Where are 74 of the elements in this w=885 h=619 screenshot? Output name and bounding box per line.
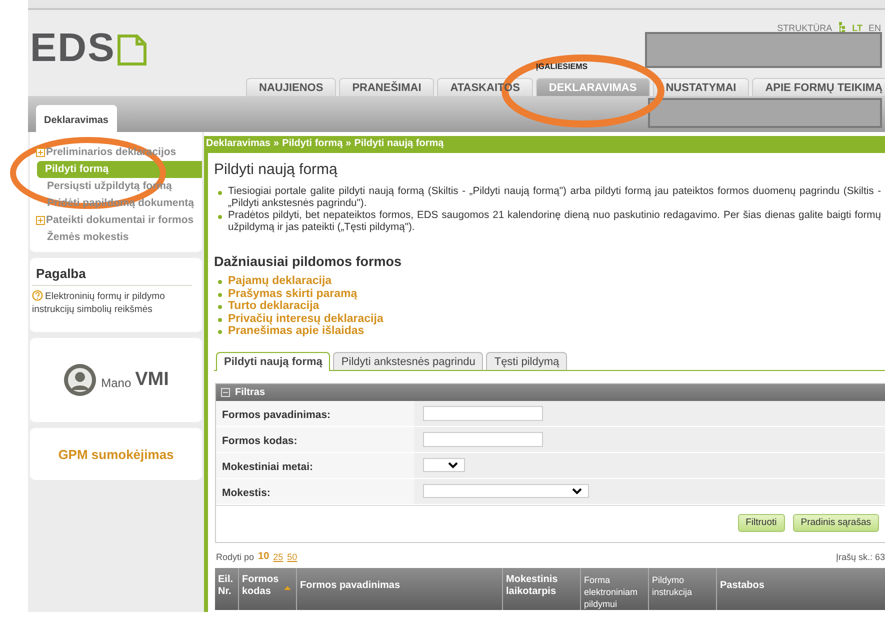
help-link[interactable]: Elektroninių formų ir pildymo instrukcijų simbolių reikšmės [32,290,202,316]
field-label: Mokestiniai metai: [216,452,414,478]
page-size-link[interactable]: 25 [273,552,284,562]
language-link[interactable]: EN [868,22,881,32]
column-header[interactable]: Forma elektroniniam pildymui [581,568,649,610]
mano-vmi-logo-text[interactable]: Mano [101,376,132,390]
section-heading: Dažniausiai pildomos formos [214,254,403,269]
field-label: Formos pavadinimas: [216,400,414,426]
field-label: Formos kodas: [216,426,414,452]
form-link[interactable]: Pajamų deklaracija [228,275,332,288]
nav-tab[interactable]: PRANEŠIMAI [339,78,434,96]
sidebar-item[interactable]: Pateikti dokumentai ir formos [36,212,202,229]
authorized-link[interactable]: ĮGALIESIEMS [536,62,588,71]
person-icon [63,363,98,397]
bullet-icon [218,305,222,309]
filter-title: Filtras [235,386,266,398]
paging-label: Rodyti po [216,552,254,562]
nav-tab[interactable]: NAUJIENOS [246,78,336,96]
form-link[interactable]: Prašymas skirti paramą [228,288,358,300]
gpm-link[interactable]: GPM sumokėjimas [58,446,174,462]
bullet-icon [218,318,222,322]
chevron-down-icon [448,462,458,468]
form-link[interactable]: Privačių interesų deklaracija [228,312,384,325]
record-count: Įrašų sk.: 63 [836,552,885,562]
form-tab[interactable]: Pildyti naują formą [216,352,330,370]
dropdown[interactable] [423,458,465,472]
mano-vmi-logo-name[interactable]: VMI [135,369,169,391]
sitemap-icon [838,22,846,33]
bullet-icon [218,215,222,219]
column-header[interactable]: Formos pavadinimas [297,568,503,610]
expand-icon [36,216,45,225]
input-field[interactable] [423,406,543,420]
sidebar-item[interactable]: Žemės mokestis [36,229,202,246]
structure-link[interactable]: STRUKTŪRA [777,22,832,32]
column-header[interactable]: Mokestinis laikotarpis [503,568,581,610]
sidebar-item[interactable]: Pildyti formą [37,161,202,178]
help-icon [32,290,43,301]
info-text: Tiesiogiai portale galite pildyti naują formą (Skiltis - „Pildyti naują formą") arba pildyti formą jau pateiktos formos duomenų pagrindu (Skiltis - „Pildyti ankstesnės pagrindu"). [228,186,881,210]
nav-tab[interactable]: APIE FORMŲ TEIKIMĄ [752,78,885,96]
collapse-icon[interactable] [221,388,230,396]
sort-up-icon [284,586,291,590]
column-header[interactable]: Pastabos [717,568,885,610]
page-size-link[interactable]: 10 [258,551,270,562]
filter-button[interactable]: Filtruoti [738,514,785,532]
document-icon [117,34,148,66]
filter-button[interactable]: Pradinis sąrašas [792,514,879,532]
chevron-down-icon [572,488,582,494]
column-header[interactable]: Formos kodas [239,568,297,610]
form-link[interactable]: Pranešimas apie išlaidas [228,325,364,338]
breadcrumb-separator: » [346,138,352,149]
breadcrumb-link[interactable]: Pildyti formą [282,138,343,149]
bullet-icon [218,330,222,334]
info-text: Pradėtos pildyti, bet nepateiktos formos, EDS saugomos 21 kalendorinę dieną nuo paskutinio redagavimo. Per šias dienas galite baigti formų užpildymą ir jas pateikti („Tęsti pildymą"). [228,210,881,234]
page-size-link[interactable]: 50 [287,552,298,562]
breadcrumb-link[interactable]: Deklaravimas [206,138,270,149]
nav-tab[interactable]: NUSTATYMAI [652,78,750,96]
breadcrumb-separator: » [274,138,280,149]
expand-icon [36,148,45,157]
column-header[interactable]: Pildymo instrukcija [649,568,717,610]
bullet-icon [218,292,222,296]
page-title: Pildyti naują formą [214,161,338,178]
input-field[interactable] [423,432,543,446]
form-tab[interactable]: Pildyti ankstesnės pagrindu [333,352,484,370]
section-tab[interactable]: Deklaravimas [36,105,116,132]
logo[interactable]: EDS [30,30,116,66]
form-tab[interactable]: Tęsti pildymą [486,352,568,370]
nav-tab[interactable]: DEKLARAVIMAS [536,78,650,96]
bullet-icon [218,191,222,195]
bullet-icon [218,280,222,284]
column-header[interactable]: Eil. Nr. [215,568,239,610]
form-link[interactable]: Turto deklaracija [228,300,320,312]
field-label: Mokestis: [216,478,414,504]
breadcrumb-link[interactable]: Pildyti naują formą [354,138,444,149]
help-heading: Pagalba [32,264,192,286]
